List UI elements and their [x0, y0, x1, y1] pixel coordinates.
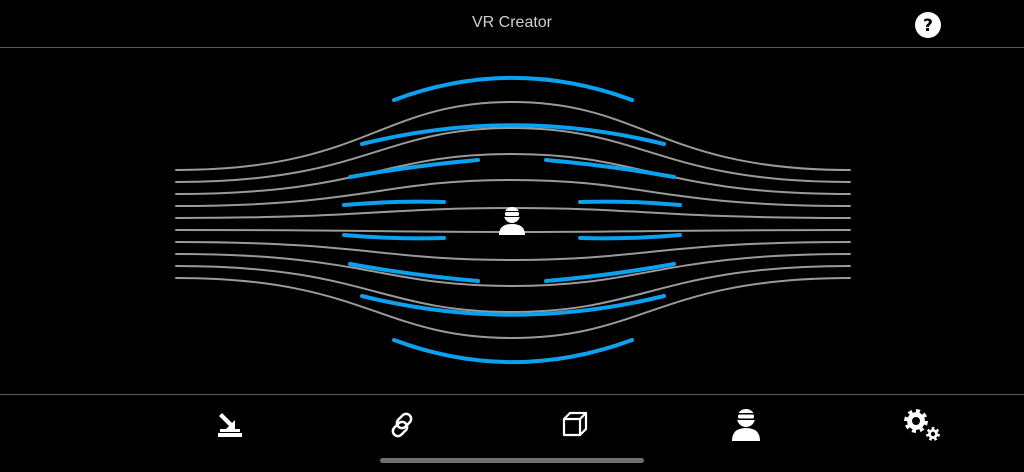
import-icon: [218, 413, 242, 437]
settings-button[interactable]: [902, 407, 940, 443]
vr-viewer-icon[interactable]: [499, 207, 525, 235]
field-line: [175, 277, 851, 340]
field-line: [175, 253, 851, 288]
field-lines-graphic: [175, 75, 851, 365]
cube-button[interactable]: [558, 407, 594, 443]
vr-viewer-button[interactable]: [728, 407, 764, 443]
field-segment: [342, 233, 446, 241]
vr-viewer-icon: [732, 409, 760, 441]
field-line: [175, 178, 851, 207]
field-visualization: [0, 48, 1024, 394]
svg-text:?: ?: [923, 16, 933, 36]
help-button[interactable]: ?: [914, 11, 942, 39]
field-line: [175, 265, 851, 314]
field-segment: [342, 199, 446, 207]
page-title: VR Creator: [471, 14, 553, 31]
settings-icon: [904, 409, 940, 441]
help-icon: ?: [915, 12, 941, 38]
header-bar: VR Creator ?: [0, 0, 1024, 48]
link-icon: [391, 412, 413, 438]
field-arc: [392, 338, 634, 365]
field-arc: [392, 75, 634, 102]
import-button[interactable]: [212, 407, 248, 443]
link-button[interactable]: [384, 407, 420, 443]
field-segment: [578, 199, 682, 207]
app-screen: VR Creator ?: [0, 0, 1024, 472]
field-line: [175, 100, 851, 171]
home-indicator: [380, 458, 644, 463]
field-line: [175, 152, 851, 195]
cube-icon: [562, 411, 588, 437]
field-segment: [578, 233, 682, 241]
